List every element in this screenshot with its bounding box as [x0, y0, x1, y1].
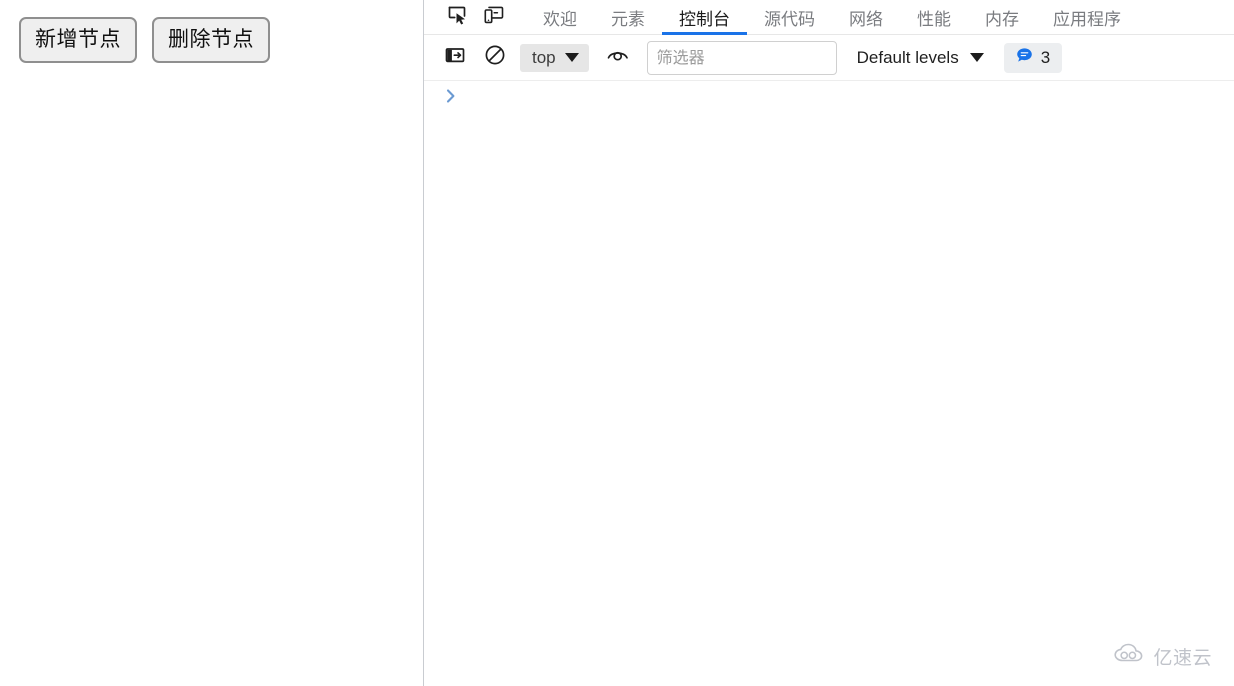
add-node-button[interactable]: 新增节点	[19, 17, 137, 63]
tab-elements[interactable]: 元素	[594, 0, 662, 35]
devtools-panel: 欢迎 元素 控制台 源代码 网络 性能 内存 应用程序 top 筛选器 Defa…	[424, 0, 1234, 686]
console-prompt-input[interactable]	[466, 87, 1234, 107]
message-bubble-icon	[1016, 47, 1033, 69]
delete-node-button[interactable]: 删除节点	[152, 17, 270, 63]
tab-sources[interactable]: 源代码	[747, 0, 832, 35]
devtools-tabstrip: 欢迎 元素 控制台 源代码 网络 性能 内存 应用程序	[424, 0, 1234, 35]
tab-label: 控制台	[679, 9, 730, 30]
clear-console-button[interactable]	[480, 43, 510, 73]
message-count-badge[interactable]: 3	[1003, 42, 1063, 73]
tab-memory[interactable]: 内存	[968, 0, 1036, 35]
tab-welcome[interactable]: 欢迎	[526, 0, 594, 35]
tab-label: 元素	[611, 9, 645, 30]
prompt-chevron-icon	[436, 87, 466, 105]
inspect-element-button[interactable]	[440, 2, 476, 32]
cloud-logo-icon	[1113, 643, 1147, 670]
log-levels-value: Default levels	[856, 47, 959, 67]
console-sidebar-toggle-icon	[444, 44, 466, 71]
execution-context-value: top	[532, 47, 556, 67]
web-page-panel: 新增节点 删除节点	[0, 0, 423, 686]
tab-label: 网络	[849, 9, 883, 30]
screen-root: 新增节点 删除节点 欢迎 元素 控制台 源代码 网络 性能 内存 应用程序 to…	[0, 0, 1234, 686]
console-prompt-row[interactable]	[424, 81, 1234, 111]
create-live-expression-icon	[605, 44, 631, 71]
log-levels-select[interactable]: Default levels	[851, 44, 990, 72]
message-count-value: 3	[1040, 47, 1051, 67]
console-filter-input[interactable]	[646, 40, 837, 75]
tab-label: 性能	[917, 9, 951, 30]
tab-console[interactable]: 控制台	[662, 0, 747, 35]
tab-label: 欢迎	[543, 9, 577, 30]
tab-performance[interactable]: 性能	[900, 0, 968, 35]
site-watermark: 亿速云	[1113, 643, 1212, 670]
watermark-text: 亿速云	[1153, 647, 1212, 669]
console-sidebar-toggle-button[interactable]	[440, 43, 470, 73]
chevron-down-icon	[969, 53, 984, 62]
execution-context-select[interactable]: top	[520, 43, 589, 72]
tab-application[interactable]: 应用程序	[1036, 0, 1138, 35]
inspect-element-icon	[447, 4, 469, 31]
tab-label: 内存	[985, 9, 1019, 30]
console-toolbar: top Default levels	[424, 35, 1234, 81]
tab-label: 应用程序	[1053, 9, 1121, 30]
device-toolbar-button[interactable]	[476, 2, 512, 32]
device-toolbar-icon	[483, 4, 505, 31]
live-expression-button[interactable]	[603, 43, 633, 73]
tab-network[interactable]: 网络	[832, 0, 900, 35]
page-button-group: 新增节点 删除节点	[19, 17, 270, 63]
clear-console-icon	[483, 43, 507, 72]
chevron-down-icon	[564, 53, 579, 62]
console-message-list[interactable]	[424, 81, 1234, 686]
tab-label: 源代码	[764, 9, 815, 30]
